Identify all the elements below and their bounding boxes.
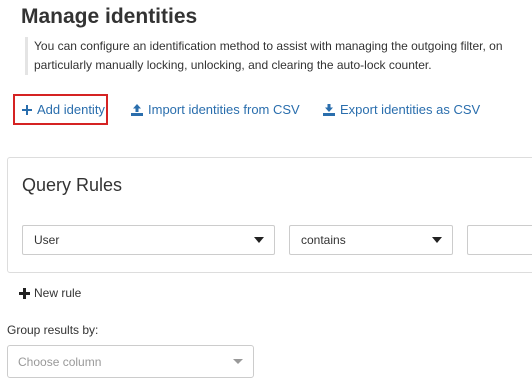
new-rule-button[interactable]: New rule xyxy=(19,286,81,300)
caret-down-icon xyxy=(233,359,243,364)
group-by-placeholder: Choose column xyxy=(18,354,102,369)
group-results-label: Group results by: xyxy=(7,323,99,337)
caret-down-icon xyxy=(254,237,264,243)
export-csv-button[interactable]: Export identities as CSV xyxy=(323,97,480,122)
import-csv-label: Import identities from CSV xyxy=(148,102,300,117)
caret-down-icon xyxy=(432,237,442,243)
description-line-2: particularly manually locking, unlocking… xyxy=(34,58,432,72)
download-icon xyxy=(323,103,335,116)
rule-value-input[interactable] xyxy=(467,225,532,255)
upload-icon xyxy=(131,103,143,116)
page-title: Manage identities xyxy=(21,5,198,28)
plus-icon xyxy=(19,287,30,299)
operator-select[interactable]: contains xyxy=(289,225,453,255)
group-by-select[interactable]: Choose column xyxy=(7,345,254,378)
add-identity-label: Add identity xyxy=(37,102,105,117)
field-select[interactable]: User xyxy=(22,225,275,255)
description-line-1: You can configure an identification meth… xyxy=(34,39,503,53)
operator-select-value: contains xyxy=(301,233,346,247)
query-rules-title: Query Rules xyxy=(22,175,123,195)
new-rule-label: New rule xyxy=(34,286,82,300)
field-select-value: User xyxy=(34,233,60,247)
page-description: You can configure an identification meth… xyxy=(25,37,532,75)
export-csv-label: Export identities as CSV xyxy=(340,102,481,117)
import-csv-button[interactable]: Import identities from CSV xyxy=(131,97,300,122)
plus-icon xyxy=(22,104,32,115)
add-identity-button[interactable]: Add identity xyxy=(13,94,108,125)
